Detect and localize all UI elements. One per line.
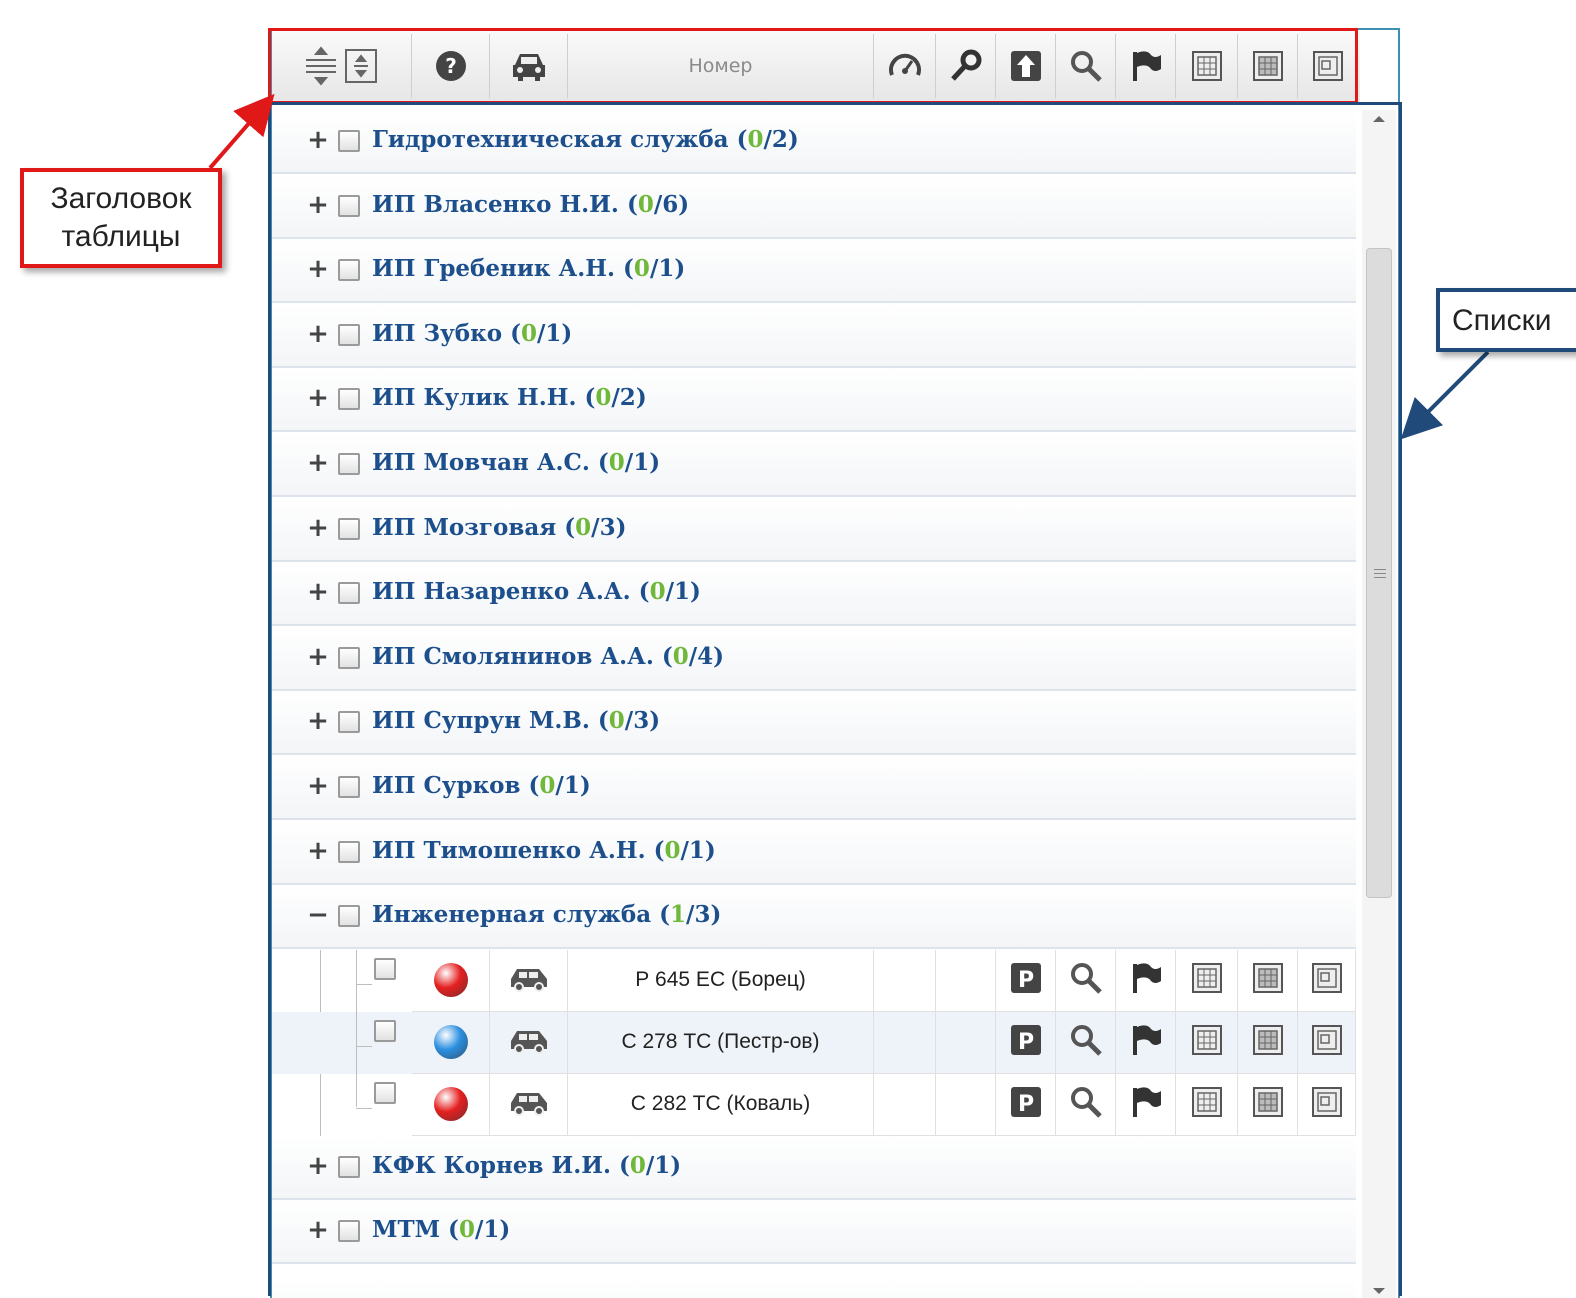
list-callout-label: Списки	[1452, 304, 1552, 337]
header-callout: Заголовок таблицы	[20, 168, 222, 268]
list-callout: Списки	[1436, 288, 1576, 352]
header-callout-arrow	[208, 93, 275, 170]
annotation-arrows	[208, 93, 1490, 440]
header-callout-line2: таблицы	[61, 220, 181, 253]
list-callout-arrow	[1400, 350, 1490, 440]
header-callout-line1: Заголовок	[50, 182, 192, 215]
